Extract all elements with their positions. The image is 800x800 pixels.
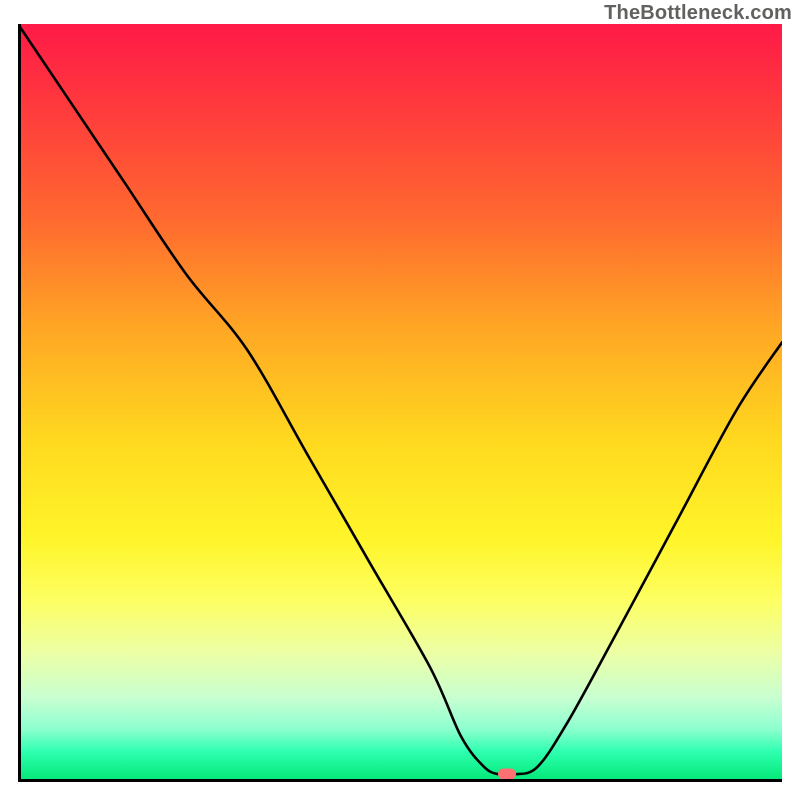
axes-frame [18,24,782,782]
plot-area [18,24,782,782]
chart-container: TheBottleneck.com [0,0,800,800]
attribution-text: TheBottleneck.com [604,2,792,25]
